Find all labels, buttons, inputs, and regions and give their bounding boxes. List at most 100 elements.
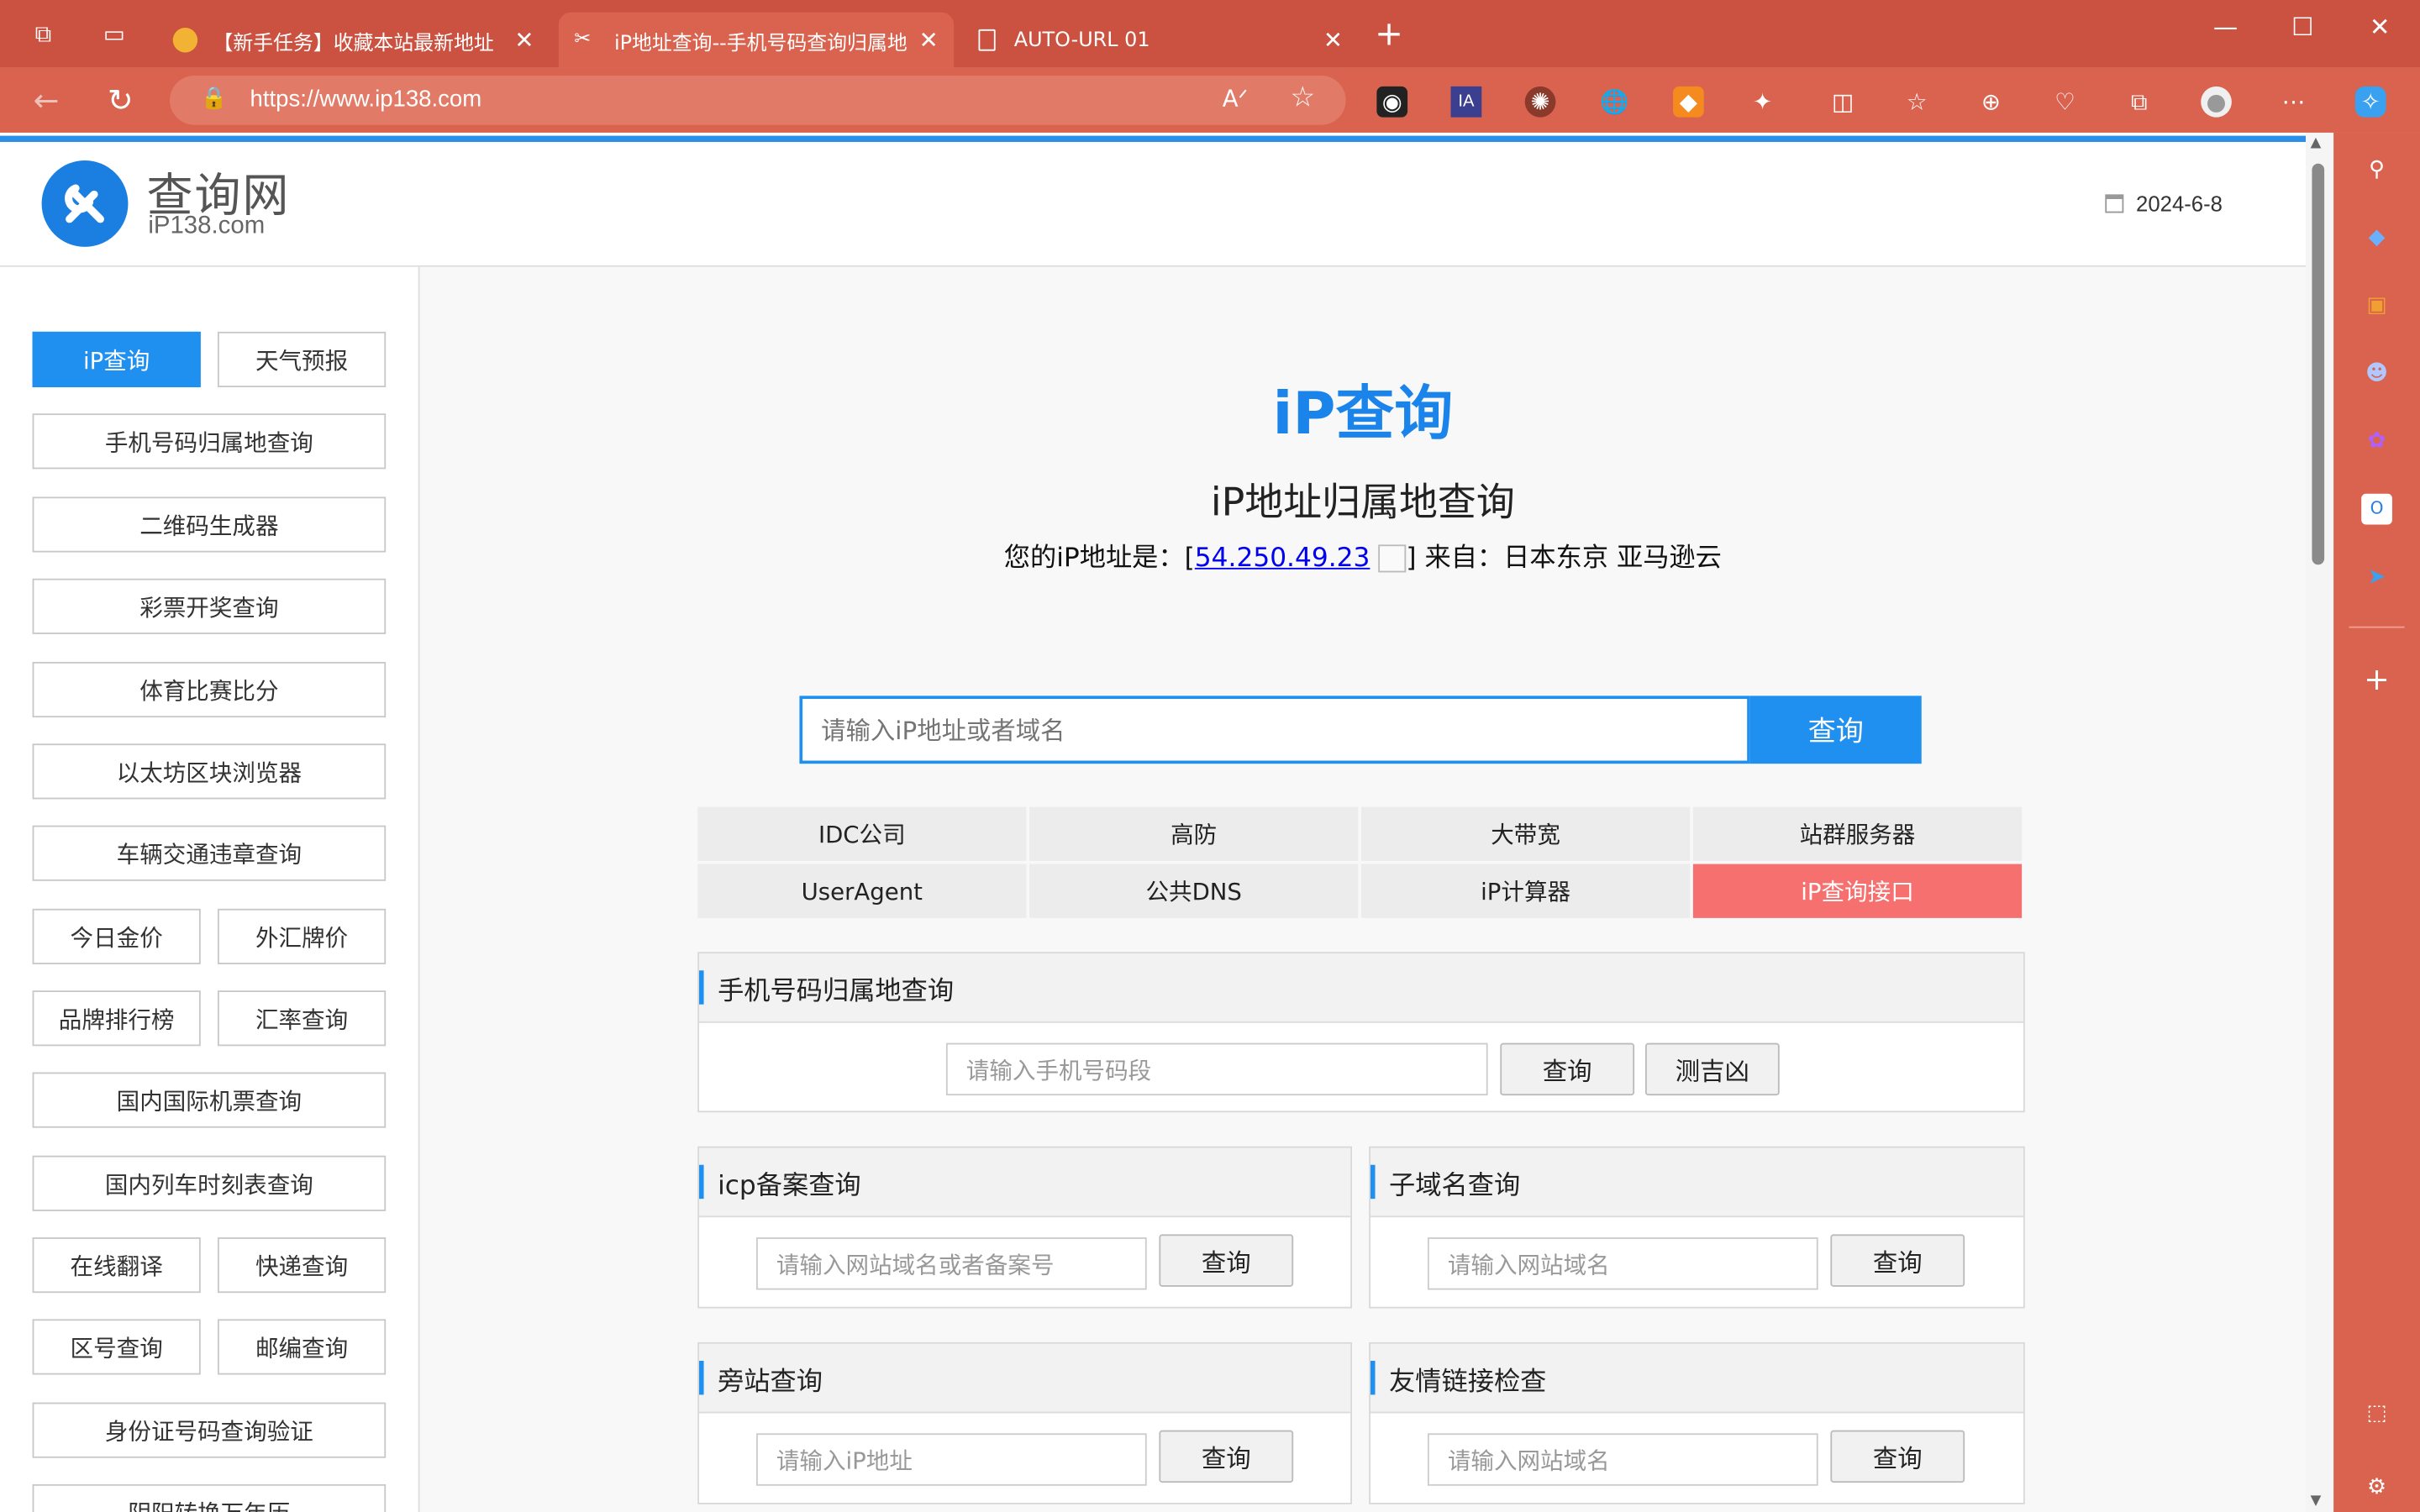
nav-postcode[interactable]: 邮编查询 (217, 1319, 387, 1375)
phone-input[interactable]: 请输入手机号码段 (945, 1042, 1488, 1096)
link-useragent[interactable]: UserAgent (697, 864, 1027, 918)
phone-query-button[interactable]: 查询 (1500, 1042, 1635, 1096)
link-public-dns[interactable]: 公共DNS (1029, 864, 1359, 918)
link-ip-calculator[interactable]: iP计算器 (1361, 864, 1691, 918)
tab-favicon-icon: ✂ (574, 28, 592, 51)
nav-express[interactable]: 快递查询 (217, 1237, 387, 1294)
nav-gold-price[interactable]: 今日金价 (32, 908, 201, 964)
nav-brand-rank[interactable]: 品牌排行榜 (32, 990, 201, 1047)
panel-accent-bar (1370, 1164, 1376, 1200)
logo-tools-icon[interactable] (41, 160, 129, 247)
favorites-icon[interactable]: ☆ (1902, 87, 1933, 118)
link-ip-api[interactable]: iP查询接口 (1692, 864, 2023, 918)
icp-input[interactable]: 请输入网站域名或者备案号 (756, 1237, 1147, 1290)
health-icon[interactable]: ♡ (2049, 87, 2081, 118)
subdomain-query-button[interactable]: 查询 (1830, 1234, 1965, 1287)
toolbox-icon[interactable]: ▣ (2361, 290, 2392, 321)
collections-icon[interactable]: ⊕ (1975, 87, 2007, 118)
nav-calendar[interactable]: 阴阳转换万年历 (32, 1483, 387, 1512)
page-scrollbar[interactable]: ▲ ▼ (2306, 132, 2334, 1512)
edge-drop-icon[interactable]: ⧉ (2123, 87, 2154, 118)
broken-image-icon (1378, 544, 1407, 573)
tab-actions-icon[interactable]: ▭ (90, 9, 139, 59)
panel-header: 手机号码归属地查询 (699, 953, 2023, 1023)
nav-id-card[interactable]: 身份证号码查询验证 (32, 1402, 387, 1458)
scrollbar-thumb[interactable] (2312, 163, 2325, 565)
nav-train-schedule[interactable]: 国内列车时刻表查询 (32, 1155, 387, 1211)
favorite-star-icon[interactable]: ☆ (1291, 81, 1316, 114)
tag-icon[interactable]: ◆ (2361, 222, 2392, 253)
ia-extension-icon[interactable]: IA (1450, 86, 1482, 118)
header-accent-line (0, 135, 2307, 142)
refresh-icon[interactable]: ↻ (99, 81, 142, 121)
sidesite-input[interactable]: 请输入iP地址 (756, 1433, 1147, 1486)
new-tab-icon[interactable]: + (1365, 9, 1414, 59)
outlook-icon[interactable]: O (2361, 493, 2392, 525)
friendlink-query-button[interactable]: 查询 (1830, 1430, 1965, 1483)
screenshot-icon[interactable]: ⬚ (2361, 1398, 2392, 1429)
reader-extension-icon[interactable]: ◉ (1376, 86, 1408, 118)
copilot-sidebar-icon[interactable]: ✿ (2361, 426, 2392, 457)
read-aloud-icon[interactable]: Aᐟ (1223, 85, 1249, 113)
panel-header: 旁站查询 (699, 1343, 1351, 1414)
friendlink-input[interactable]: 请输入网站域名 (1427, 1433, 1818, 1486)
workspaces-icon[interactable]: ⧉ (18, 9, 68, 59)
nav-traffic-violation[interactable]: 车辆交通违章查询 (32, 825, 387, 881)
settings-gear-icon[interactable]: ⚙ (2361, 1472, 2392, 1503)
people-icon[interactable]: ☻ (2361, 358, 2392, 389)
maximize-icon[interactable]: ☐ (2272, 9, 2333, 46)
nav-translate[interactable]: 在线翻译 (32, 1237, 201, 1294)
nav-ethereum[interactable]: 以太坊区块浏览器 (32, 743, 387, 800)
send-icon[interactable]: ➤ (2361, 562, 2392, 593)
scroll-down-icon[interactable]: ▼ (2311, 1494, 2322, 1509)
ip-link[interactable]: 54.250.49.23 (1195, 543, 1370, 575)
seal-extension-icon[interactable]: ✺ (1524, 86, 1556, 118)
close-tab-icon[interactable]: ✕ (1323, 26, 1343, 54)
close-tab-icon[interactable]: ✕ (514, 26, 534, 54)
link-bandwidth[interactable]: 大带宽 (1361, 806, 1691, 861)
ip-search-button[interactable]: 查询 (1749, 696, 1922, 764)
back-icon[interactable]: ← (24, 81, 67, 121)
tab-1[interactable]: 【新手任务】收藏本站最新地址 ✕ (160, 13, 550, 68)
link-high-defense[interactable]: 高防 (1029, 806, 1359, 861)
nav-phone-location[interactable]: 手机号码归属地查询 (32, 413, 387, 470)
nav-area-code[interactable]: 区号查询 (32, 1319, 201, 1375)
address-bar[interactable]: 🔒 https://www.ip138.com Aᐟ ☆ (170, 76, 1346, 125)
profile-avatar-icon[interactable]: ● (2201, 86, 2232, 118)
logo-text-en[interactable]: iP138.com (148, 213, 265, 240)
add-icon[interactable]: + (2361, 664, 2392, 695)
nav-qrcode[interactable]: 二维码生成器 (32, 496, 387, 553)
more-options-icon[interactable]: ⋯ (2278, 87, 2309, 118)
phone-lookup-panel: 手机号码归属地查询 请输入手机号码段 查询 测吉凶 (697, 952, 2025, 1113)
nav-lottery[interactable]: 彩票开奖查询 (32, 578, 387, 634)
subdomain-input[interactable]: 请输入网站域名 (1427, 1237, 1818, 1290)
copilot-icon[interactable]: ✧ (2354, 86, 2386, 118)
sidesite-query-button[interactable]: 查询 (1159, 1430, 1294, 1483)
nav-forex[interactable]: 外汇牌价 (217, 908, 387, 964)
panel-accent-bar (699, 1361, 704, 1395)
search-icon[interactable]: ⚲ (2361, 155, 2392, 186)
close-tab-icon[interactable]: ✕ (919, 26, 939, 54)
tab-3[interactable]: AUTO-URL 01 ✕ (963, 13, 1358, 68)
link-site-group-server[interactable]: 站群服务器 (1692, 806, 2023, 861)
split-screen-icon[interactable]: ◫ (1828, 87, 1859, 118)
minimize-icon[interactable]: — (2195, 9, 2256, 46)
tab-2-active[interactable]: ✂ iP地址查询--手机号码查询归属地 ✕ (558, 12, 955, 68)
panel-header: icp备案查询 (699, 1147, 1351, 1218)
extensions-icon[interactable]: ✦ (1747, 87, 1778, 118)
nav-flights[interactable]: 国内国际机票查询 (32, 1072, 387, 1128)
globe-extension-icon[interactable]: 🌐 (1599, 87, 1630, 118)
nav-weather[interactable]: 天气预报 (217, 331, 387, 388)
phone-fortune-button[interactable]: 测吉凶 (1644, 1042, 1780, 1096)
nav-exchange-rate[interactable]: 汇率查询 (217, 990, 387, 1047)
icp-query-button[interactable]: 查询 (1159, 1234, 1294, 1287)
nav-ip-query[interactable]: iP查询 (32, 331, 201, 388)
orange-extension-icon[interactable]: ◆ (1673, 86, 1704, 118)
link-idc[interactable]: IDC公司 (697, 806, 1027, 861)
url-text[interactable]: https://www.ip138.com (250, 87, 482, 113)
page-icon (978, 29, 996, 51)
close-window-icon[interactable]: ✕ (2349, 9, 2411, 46)
ip-search-input[interactable] (802, 699, 1735, 761)
nav-sports-score[interactable]: 体育比赛比分 (32, 661, 387, 718)
scroll-up-icon[interactable]: ▲ (2311, 136, 2322, 151)
